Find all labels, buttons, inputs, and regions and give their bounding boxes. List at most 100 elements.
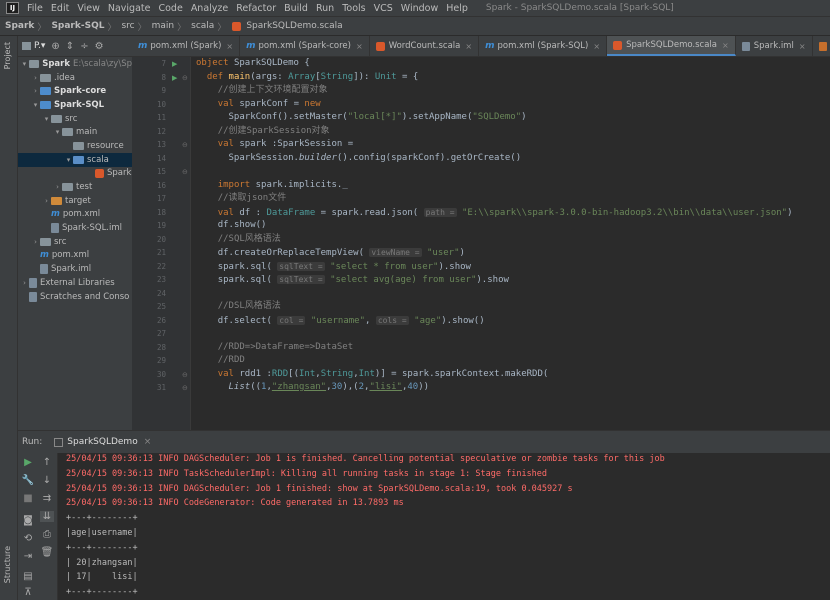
fold-icon[interactable]: ⊖ [182,141,188,149]
chevron-right-icon[interactable]: › [20,279,29,287]
tree-item[interactable]: › target [18,194,132,208]
fold-icon[interactable]: ⊖ [182,371,188,379]
line-number: 10 [156,99,166,109]
close-icon[interactable]: × [593,42,600,51]
chevron-down-icon[interactable]: ▾ [42,115,51,123]
breadcrumb-item[interactable]: Spark-SQL [46,21,107,31]
run-gutter-icon[interactable]: ▶ [172,74,177,82]
line-number: 24 [156,288,166,298]
tree-item[interactable]: ▾ src [18,112,132,126]
menu-window[interactable]: Window [397,0,442,17]
scroll-to-end-icon[interactable]: ⇊ [40,511,54,522]
tree-item[interactable]: ▾ main [18,125,132,139]
scroll-down-icon[interactable]: ↓ [40,475,54,486]
close-icon[interactable]: × [226,42,233,51]
menu-edit[interactable]: Edit [47,0,73,17]
close-icon[interactable]: × [722,41,729,50]
tree-item[interactable]: ▾ scala [18,152,132,167]
menu-navigate[interactable]: Navigate [104,0,155,17]
chevron-right-icon[interactable]: › [31,74,40,82]
restore-layout-icon[interactable]: ⟲ [21,533,35,544]
menu-file[interactable]: File [23,0,47,17]
menu-view[interactable]: View [73,0,104,17]
breadcrumb-item[interactable]: main [147,21,178,31]
tree-item[interactable]: ▾ Spark E:\scala\zy\Sp [18,57,132,71]
breadcrumb-item[interactable]: scala [186,21,217,31]
tree-item[interactable]: › .idea [18,71,132,85]
menu-run[interactable]: Run [312,0,338,17]
ide-window: IJ File Edit View Navigate Code Analyze … [0,0,830,600]
chevron-down-icon[interactable]: ▾ [31,101,40,109]
tree-item[interactable]: resource [18,139,132,153]
tree-item[interactable]: Spark-SQL.iml [18,221,132,235]
editor-tab[interactable]: m pom.xml (Spark-core) × [240,36,370,56]
chevron-down-icon[interactable]: ▾ [53,128,62,136]
menu-analyze[interactable]: Analyze [187,0,232,17]
editor-gutter: 7 8 9 10 11 12 13 14 15 16 17 18 19 20 21 22 23 24 25 26 27 2… [132,57,191,430]
close-icon[interactable]: × [799,42,806,51]
close-icon[interactable]: × [144,437,152,447]
breadcrumb-item[interactable]: Spark [0,21,37,31]
soft-wrap-icon[interactable]: ⇉ [40,493,54,504]
chevron-right-icon[interactable]: › [53,183,62,191]
print-icon[interactable]: ⎙ [40,529,54,540]
locate-icon[interactable]: ⊕ [51,41,59,52]
code-line-7: object SparkSQLDemo { [196,58,310,68]
menu-refactor[interactable]: Refactor [232,0,280,17]
menu-vcs[interactable]: VCS [370,0,397,17]
menu-build[interactable]: Build [280,0,312,17]
tree-item[interactable]: Spark.iml [18,262,132,276]
tree-item[interactable]: ▾ Spark-SQL [18,98,132,112]
chevron-right-icon[interactable]: › [31,87,40,95]
rerun-icon[interactable]: ▶ [21,457,35,468]
fold-icon[interactable]: ⊖ [182,74,188,82]
run-config-tab[interactable]: SparkSQLDemo × [54,437,151,447]
code-line-8: def main(args: Array[String]): Unit = { [206,71,419,82]
tree-item[interactable]: m pom.xml [18,249,132,263]
chevron-down-icon[interactable]: ▾ [64,156,73,164]
exit-icon[interactable]: ⇥ [21,551,35,562]
collapse-all-icon[interactable]: ÷ [80,41,88,52]
tree-item[interactable]: › src [18,235,132,249]
tree-item[interactable]: › Spark-core [18,84,132,98]
breadcrumb-item[interactable]: src [116,21,137,31]
pin-icon[interactable]: ⊼ [21,587,35,598]
camera-icon[interactable]: ◙ [21,515,35,526]
editor-tab[interactable]: SparkSQLDemo.scala × [607,36,736,56]
layout-icon[interactable]: ▤ [21,571,35,582]
code-editor[interactable]: object SparkSQLDemo { def main(args: Arr… [191,57,830,430]
editor-tab[interactable]: m pom.xml (Spark-SQL) × [479,36,608,56]
menu-help[interactable]: Help [442,0,472,17]
console-output[interactable]: 25/04/15 09:36:13 INFO DAGScheduler: Job… [58,453,830,600]
close-icon[interactable]: × [356,42,363,51]
editor-tab[interactable]: m pom.xml (Spark) × [132,36,241,56]
breadcrumb: Spark 〉 Spark-SQL 〉 src 〉 main 〉 scala 〉 Spar… [0,17,830,36]
menu-code[interactable]: Code [154,0,186,17]
chevron-down-icon[interactable]: ▾ [20,60,29,68]
gear-icon[interactable]: ⚙ [95,41,104,52]
expand-all-icon[interactable]: ⇕ [66,41,74,52]
wrench-icon[interactable]: 🔧 [21,475,35,486]
project-tool-tab[interactable]: Project [3,42,12,69]
run-gutter-icon[interactable]: ▶ [172,60,177,68]
menu-tools[interactable]: Tools [338,0,369,17]
tree-item[interactable]: › External Libraries [18,276,132,290]
tree-item[interactable]: m pom.xml [18,208,132,222]
tree-item[interactable]: Scratches and Conso [18,290,132,304]
project-view-selector[interactable]: P.▾ [34,41,45,51]
fold-icon[interactable]: ⊖ [182,384,188,392]
scroll-up-icon[interactable]: ↑ [40,457,54,468]
chevron-right-icon[interactable]: › [42,197,51,205]
chevron-right-icon[interactable]: › [31,238,40,246]
editor-tab[interactable]: log4j.propert [813,36,830,56]
fold-icon[interactable]: ⊖ [182,168,188,176]
tree-item[interactable]: Spark [18,167,132,181]
editor-tab[interactable]: Spark.iml × [736,36,813,56]
breadcrumb-item[interactable]: SparkSQLDemo.scala [241,21,345,31]
stop-icon[interactable]: ■ [21,493,35,504]
editor-tab[interactable]: WordCount.scala × [370,36,480,56]
trash-icon[interactable]: 🗑 [40,547,54,558]
structure-tool-tab[interactable]: Structure [3,546,12,583]
close-icon[interactable]: × [465,42,472,51]
tree-item[interactable]: › test [18,180,132,194]
